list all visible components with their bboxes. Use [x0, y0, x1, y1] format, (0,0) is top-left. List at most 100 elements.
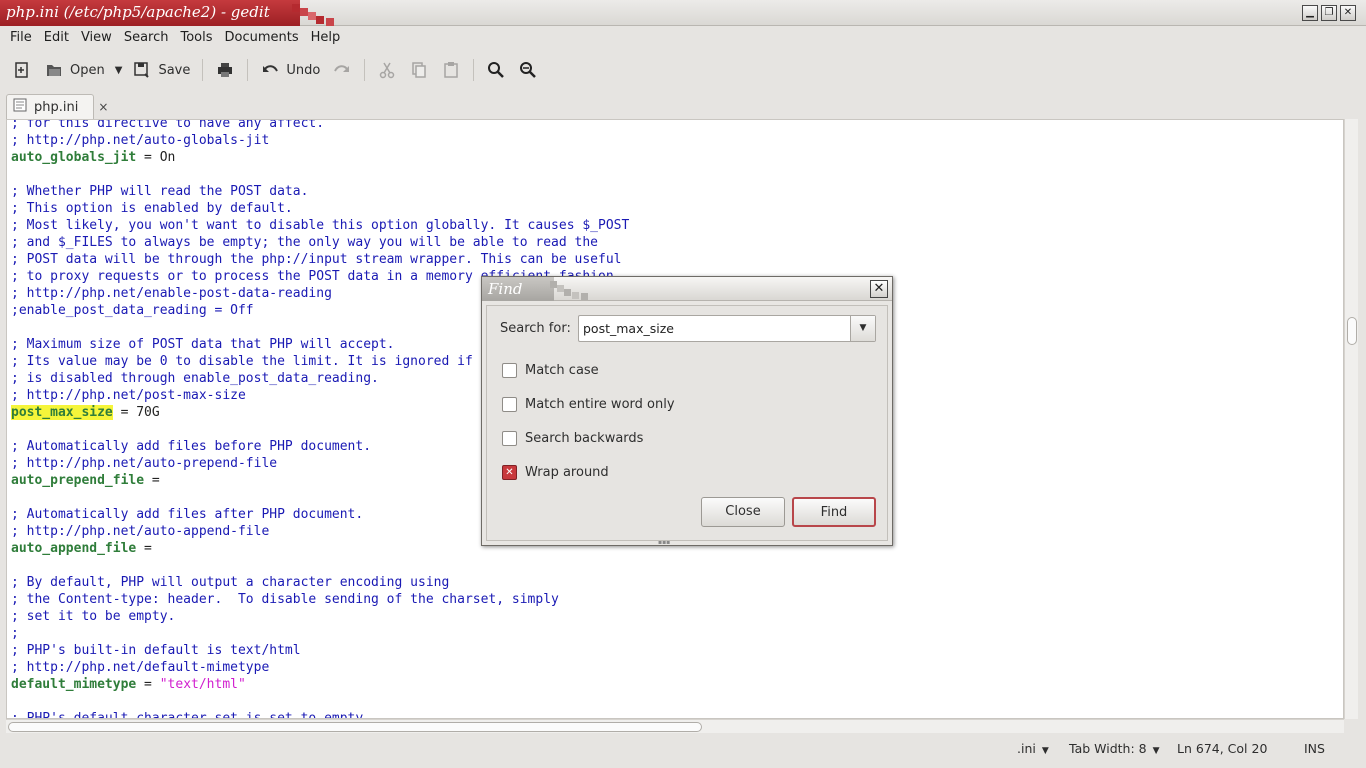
menu-edit[interactable]: Edit: [38, 27, 75, 49]
code-token: "text/html": [159, 677, 246, 692]
code-line: ; PHP's default character set is set to …: [11, 710, 629, 719]
window-close-button[interactable]: ✕: [1340, 5, 1356, 21]
close-icon: ✕: [1343, 7, 1353, 18]
vertical-scrollbar[interactable]: [1344, 119, 1358, 719]
search-combobox[interactable]: ▼: [578, 315, 876, 342]
find-toolbar-button[interactable]: [480, 56, 512, 84]
match-case-label: Match case: [525, 363, 599, 378]
search-backwards-option[interactable]: Search backwards: [502, 431, 643, 446]
undo-icon: [260, 60, 280, 80]
tab-label: php.ini: [34, 99, 79, 115]
code-line: ; Whether PHP will read the POST data.: [11, 183, 629, 200]
code-line: ;: [11, 625, 629, 642]
code-token: ;: [11, 626, 19, 641]
code-token: = On: [136, 150, 176, 165]
cursor-position: Ln 674, Col 20: [1177, 741, 1268, 756]
title-decoration: [292, 4, 334, 26]
open-label: Open: [70, 62, 105, 78]
menubar: File Edit View Search Tools Documents He…: [4, 27, 346, 49]
recent-files-dropdown[interactable]: ▼: [111, 56, 127, 84]
undo-label: Undo: [286, 62, 321, 78]
check-icon: ✕: [505, 467, 514, 478]
minimize-button[interactable]: ▁: [1302, 5, 1318, 21]
find-replace-icon: [518, 60, 538, 80]
code-token: ; http://php.net/auto-prepend-file: [11, 456, 278, 471]
match-case-checkbox[interactable]: [502, 363, 517, 378]
code-token: default_mimetype: [11, 677, 137, 692]
close-icon: ✕: [873, 281, 885, 296]
code-token: ; http://php.net/default-mimetype: [11, 660, 270, 675]
maximize-button[interactable]: ❐: [1321, 5, 1337, 21]
horizontal-scrollbar[interactable]: [6, 719, 1344, 733]
match-case-option[interactable]: Match case: [502, 363, 599, 378]
search-icon: [486, 60, 506, 80]
code-line: default_mimetype = "text/html": [11, 676, 629, 693]
wrap-around-option[interactable]: ✕ Wrap around: [502, 465, 609, 480]
code-token: auto_globals_jit: [11, 150, 137, 165]
menu-tools[interactable]: Tools: [174, 27, 218, 49]
code-token: ; the Content-type: header. To disable s…: [11, 592, 559, 607]
menu-view[interactable]: View: [75, 27, 118, 49]
save-label: Save: [158, 62, 191, 78]
wrap-around-label: Wrap around: [525, 465, 609, 480]
search-match-highlight: post_max_size: [11, 405, 113, 420]
clipboard-icon: [441, 60, 461, 80]
open-button[interactable]: Open: [38, 56, 111, 84]
statusbar: .ini ▼ Tab Width: 8 ▼ Ln 674, Col 20 INS: [0, 737, 1366, 761]
code-token: ; PHP's built-in default is text/html: [11, 643, 301, 658]
language-label: .ini: [1017, 741, 1036, 756]
close-button[interactable]: Close: [701, 497, 785, 527]
find-button[interactable]: Find: [792, 497, 876, 527]
tab-close-icon[interactable]: ×: [98, 100, 108, 114]
menu-documents[interactable]: Documents: [219, 27, 305, 49]
scissors-icon: [377, 60, 397, 80]
code-token: ; Automatically add files before PHP doc…: [11, 439, 372, 454]
code-line: ; http://php.net/default-mimetype: [11, 659, 629, 676]
code-token: ; http://php.net/post-max-size: [11, 388, 246, 403]
code-token: ; for this directive to have any affect.: [11, 119, 325, 131]
code-token: ; PHP's default character set is set to …: [11, 711, 372, 719]
new-document-button[interactable]: [6, 56, 38, 84]
save-button[interactable]: Save: [126, 56, 196, 84]
chevron-down-icon: ▼: [114, 64, 123, 76]
print-button[interactable]: [209, 56, 241, 84]
search-backwards-checkbox[interactable]: [502, 431, 517, 446]
resize-grip-icon[interactable]: ▪▪▪: [658, 539, 678, 546]
text-file-icon: [12, 97, 28, 117]
redo-button[interactable]: [326, 56, 358, 84]
horizontal-scrollbar-thumb[interactable]: [8, 722, 702, 732]
code-token: ; http://php.net/enable-post-data-readin…: [11, 286, 332, 301]
printer-icon: [215, 60, 235, 80]
search-input[interactable]: [579, 316, 849, 341]
menu-search[interactable]: Search: [118, 27, 175, 49]
tab-php-ini[interactable]: php.ini ×: [6, 94, 108, 119]
undo-button[interactable]: Undo: [254, 56, 326, 84]
code-token: ;enable_post_data_reading = Off: [11, 303, 254, 318]
window-titlebar[interactable]: php.ini (/etc/php5/apache2) - gedit ▁ ❐ …: [0, 0, 1366, 26]
replace-toolbar-button[interactable]: [512, 56, 544, 84]
code-token: ; http://php.net/auto-globals-jit: [11, 133, 270, 148]
vertical-scrollbar-thumb[interactable]: [1347, 317, 1357, 345]
copy-button[interactable]: [403, 56, 435, 84]
match-entire-word-checkbox[interactable]: [502, 397, 517, 412]
tab-width-selector[interactable]: Tab Width: 8 ▼: [1069, 741, 1160, 756]
cut-button[interactable]: [371, 56, 403, 84]
toolbar-separator: [202, 59, 204, 81]
match-entire-word-option[interactable]: Match entire word only: [502, 397, 675, 412]
wrap-around-checkbox[interactable]: ✕: [502, 465, 517, 480]
title-decoration: [550, 281, 588, 300]
find-dialog-titlebar[interactable]: Find ✕: [482, 277, 892, 301]
code-token: ; set it to be empty.: [11, 609, 176, 624]
code-token: ; This option is enabled by default.: [11, 201, 293, 216]
menu-file[interactable]: File: [4, 27, 38, 49]
language-selector[interactable]: .ini ▼: [1017, 741, 1049, 756]
search-history-dropdown[interactable]: ▼: [850, 316, 875, 341]
toolbar: Open ▼ Save Undo: [6, 55, 1360, 85]
menu-help[interactable]: Help: [305, 27, 347, 49]
toolbar-separator: [364, 59, 366, 81]
find-dialog-close-button[interactable]: ✕: [870, 280, 888, 298]
paste-button[interactable]: [435, 56, 467, 84]
